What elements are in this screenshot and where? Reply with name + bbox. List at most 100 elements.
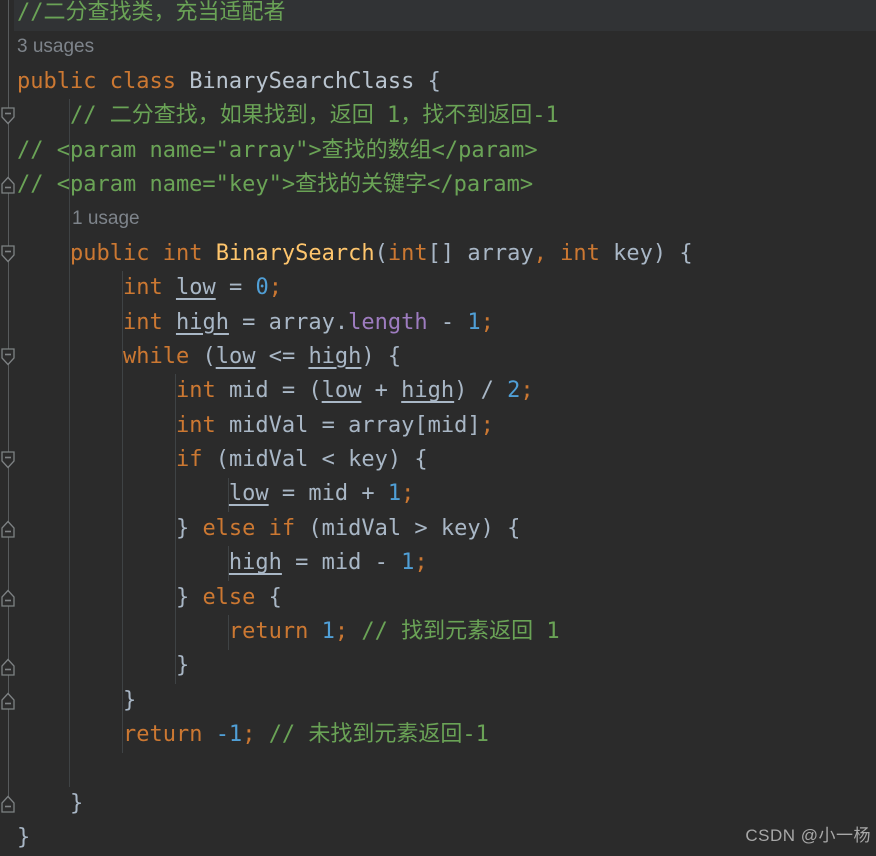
fold-end-icon[interactable]	[1, 795, 15, 813]
code-token: ;	[401, 481, 415, 507]
code-token: // 未找到元素返回-1	[268, 722, 489, 748]
code-token: ) {	[361, 343, 402, 369]
code-token: }	[17, 584, 203, 610]
code-token: low	[228, 481, 269, 507]
code-token: int	[175, 412, 229, 438]
code-token: // <param name="key">查找的关键字</param>	[17, 171, 534, 197]
code-token: int	[122, 275, 176, 301]
code-line: // 二分查找，如果找到，返回 1，找不到返回-1	[17, 99, 876, 133]
code-line: high = mid - 1;	[17, 546, 876, 580]
code-line: } else if (midVal > key) {	[17, 512, 876, 546]
code-token: low	[321, 378, 362, 404]
code-token: = array.	[228, 309, 349, 335]
code-line: while (low <= high) {	[17, 340, 876, 374]
code-line: int midVal = array[mid];	[17, 409, 876, 443]
code-token: BinarySearch	[215, 240, 375, 266]
code-token: {	[255, 584, 282, 610]
code-area[interactable]: //二分查找类，充当适配者 3 usages public class Binary…	[17, 0, 876, 856]
code-token: ;	[242, 722, 256, 748]
code-token: {	[427, 68, 441, 94]
code-token: ;	[334, 619, 349, 645]
code-token: // 二分查找，如果找到，返回 1，找不到返回-1	[69, 103, 559, 129]
code-token: ;	[520, 378, 534, 404]
code-token: ,	[533, 240, 547, 266]
code-token: //二分查找类，充当适配者	[17, 0, 286, 25]
fold-end-icon[interactable]	[1, 520, 15, 538]
code-token: return	[228, 619, 322, 645]
code-token: array	[467, 240, 534, 266]
fold-start-icon[interactable]	[1, 245, 15, 263]
code-token: 1	[401, 550, 415, 576]
code-token: 1	[467, 309, 481, 335]
code-line: }	[17, 649, 876, 683]
fold-end-icon[interactable]	[1, 176, 15, 194]
code-line: // <param name="array">查找的数组</param>	[17, 134, 876, 168]
code-line: int mid = (low + high) / 2;	[17, 374, 876, 408]
code-token: high	[175, 309, 229, 335]
code-token: (	[374, 240, 388, 266]
code-token: }	[17, 825, 31, 851]
code-line: public int BinarySearch(int[] array, int…	[17, 237, 876, 271]
code-token: -	[427, 309, 468, 335]
code-token: BinarySearchClass	[189, 68, 428, 94]
code-token: if	[175, 447, 216, 473]
code-token: =	[215, 275, 256, 301]
code-token: ) {	[652, 240, 693, 266]
fold-end-icon[interactable]	[1, 589, 15, 607]
code-token: int	[175, 378, 229, 404]
code-token: // 找到元素返回 1	[361, 619, 560, 645]
fold-end-icon[interactable]	[1, 658, 15, 676]
code-token: int	[387, 240, 428, 266]
fold-start-icon[interactable]	[1, 451, 15, 469]
code-token: ;	[480, 412, 494, 438]
code-token: (	[202, 343, 216, 369]
code-token: high	[308, 343, 362, 369]
code-token: high	[228, 550, 282, 576]
code-line: return 1; // 找到元素返回 1	[17, 615, 876, 649]
code-token: low	[175, 275, 216, 301]
code-line: int low = 0;	[17, 271, 876, 305]
code-line: // <param name="key">查找的关键字</param>	[17, 168, 876, 202]
code-token: }	[17, 687, 137, 713]
code-line: //二分查找类，充当适配者	[17, 0, 876, 30]
code-token: = mid +	[268, 481, 388, 507]
fold-end-icon[interactable]	[1, 692, 15, 710]
code-token: ;	[268, 275, 282, 301]
code-token: }	[17, 515, 203, 541]
code-editor: //二分查找类，充当适配者 3 usages public class Binary…	[0, 0, 876, 853]
fold-gutter	[0, 0, 16, 853]
code-token: // <param name="array">查找的数组</param>	[17, 137, 538, 163]
code-token: 1	[321, 619, 335, 645]
code-token: -1	[215, 722, 243, 748]
code-line: public class BinarySearchClass {	[17, 65, 876, 99]
code-token: }	[17, 653, 190, 679]
code-token: +	[361, 378, 402, 404]
usages-inlay[interactable]: 1 usage	[17, 202, 876, 236]
code-token: mid	[228, 378, 269, 404]
code-token: ;	[480, 309, 494, 335]
fold-start-icon[interactable]	[1, 348, 15, 366]
code-token: int	[122, 309, 176, 335]
fold-start-icon[interactable]	[1, 107, 15, 125]
code-line: low = mid + 1;	[17, 477, 876, 511]
code-token: ;	[414, 550, 428, 576]
code-token: low	[215, 343, 256, 369]
code-token: (midVal > key) {	[308, 515, 521, 541]
usages-inlay[interactable]: 3 usages	[17, 30, 876, 64]
code-line: if (midVal < key) {	[17, 443, 876, 477]
csdn-watermark: CSDN @小一杨	[745, 826, 871, 845]
code-line: int high = array.length - 1;	[17, 306, 876, 340]
code-token: }	[17, 790, 84, 816]
code-token: = array[mid]	[308, 412, 481, 438]
code-token: else	[202, 584, 256, 610]
code-token: while	[122, 343, 203, 369]
